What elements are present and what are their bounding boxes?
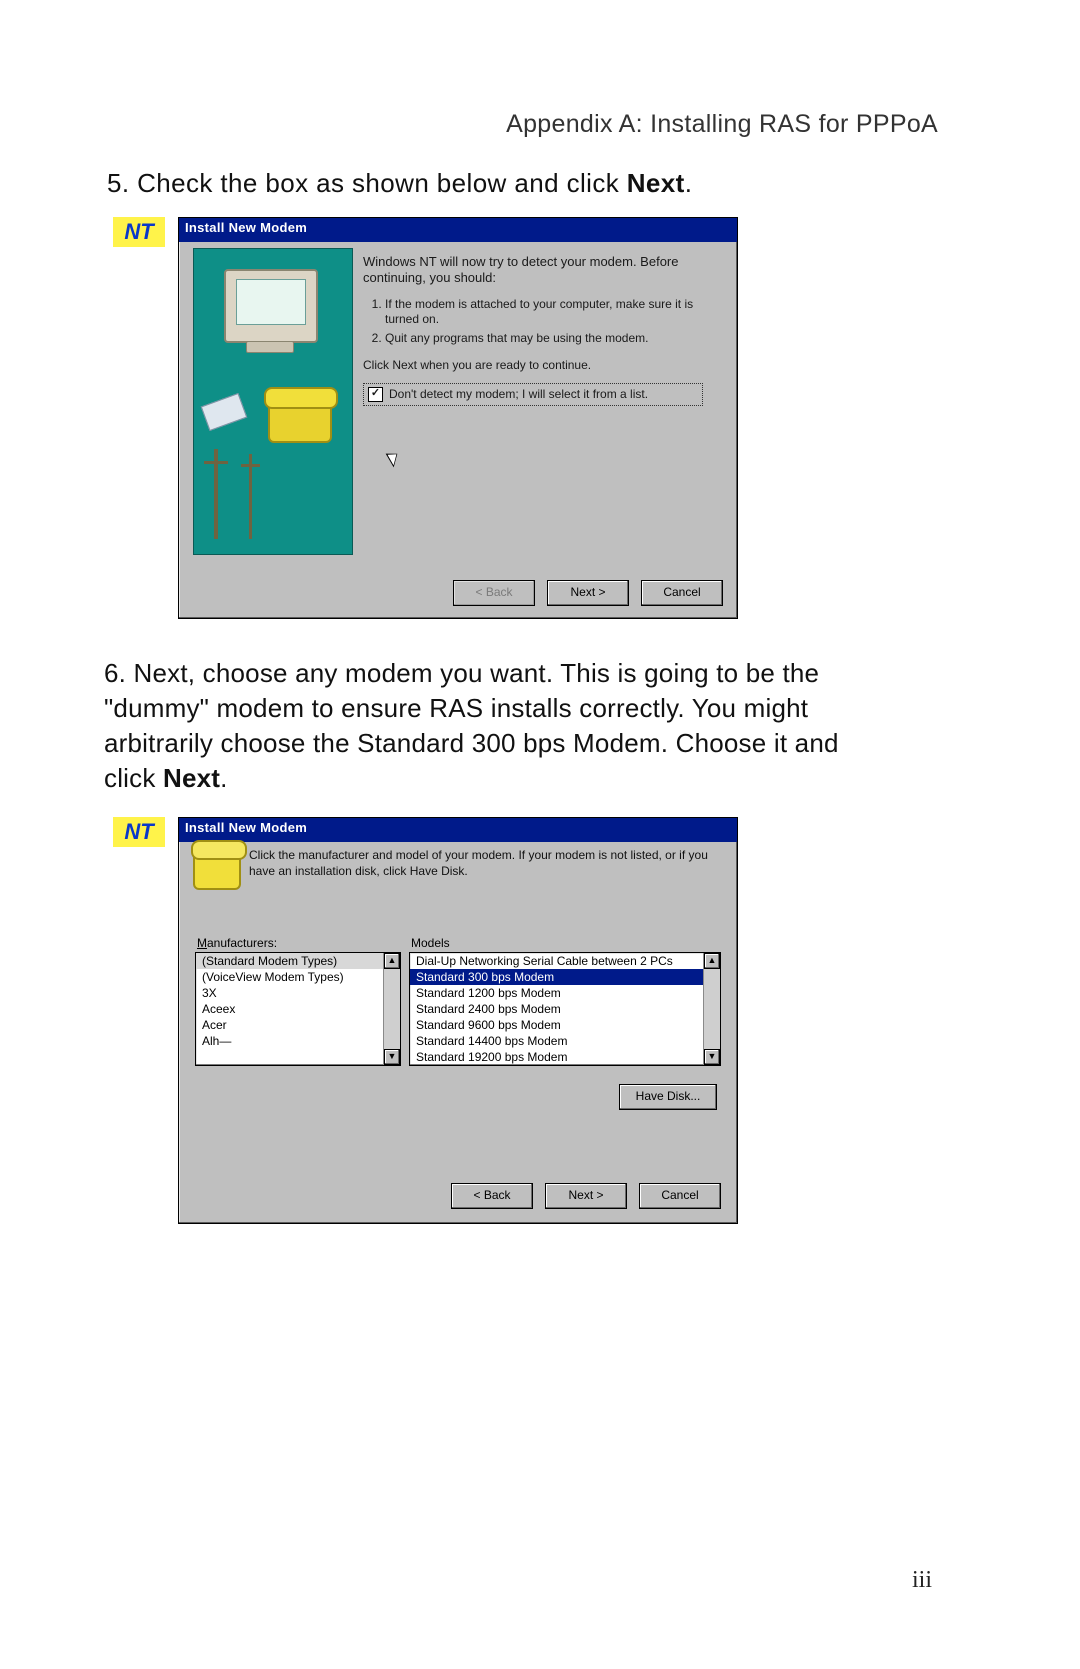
list-item[interactable]: Standard 2400 bps Modem [410, 1001, 720, 1017]
list-item[interactable]: Standard 9600 bps Modem [410, 1017, 720, 1033]
manufacturers-listbox[interactable]: (Standard Modem Types) (VoiceView Modem … [195, 952, 401, 1066]
dialog1-body: Windows NT will now try to detect your m… [363, 248, 723, 406]
list-item[interactable]: Aceex [196, 1001, 400, 1017]
running-header: Appendix A: Installing RAS for PPPoA [506, 110, 938, 139]
manufacturers-label: MManufacturers:anufacturers: [197, 936, 277, 950]
step-6-text: 6. Next, choose any modem you want. This… [104, 656, 940, 796]
list-item[interactable]: Standard 1200 bps Modem [410, 985, 720, 1001]
vertical-scrollbar[interactable]: ▲ ▼ [383, 953, 400, 1065]
dialog1-instruction-2: Quit any programs that may be using the … [385, 331, 723, 346]
monitor-icon [224, 269, 318, 343]
list-item[interactable]: (VoiceView Modem Types) [196, 969, 400, 985]
models-label: Models [411, 936, 450, 950]
telephone-pole-icon [249, 454, 252, 539]
card-icon [201, 393, 247, 431]
document-page: Appendix A: Installing RAS for PPPoA 5. … [0, 0, 1080, 1669]
page-number: iii [912, 1567, 932, 1594]
scroll-down-icon[interactable]: ▼ [384, 1049, 400, 1065]
step-6-line2: "dummy" modem to ensure RAS installs cor… [104, 693, 808, 723]
install-new-modem-dialog-1: Install New Modem Windows NT will now tr… [178, 217, 738, 619]
list-item-selected[interactable]: Standard 300 bps Modem [410, 969, 720, 985]
dialog1-intro-text: Windows NT will now try to detect your m… [363, 254, 723, 287]
dialog2-button-row: < Back Next > Cancel [451, 1183, 721, 1209]
list-item[interactable]: Dial-Up Networking Serial Cable between … [410, 953, 720, 969]
back-button: < Back [453, 580, 535, 606]
have-disk-button-row: Have Disk... [619, 1084, 717, 1110]
back-button[interactable]: < Back [451, 1183, 533, 1209]
dialog2-titlebar: Install New Modem [179, 818, 737, 842]
step-6-number: 6. [104, 658, 126, 688]
list-item[interactable]: Alh— [196, 1033, 400, 1049]
list-item[interactable]: (Standard Modem Types) [196, 953, 400, 969]
models-listbox[interactable]: Dial-Up Networking Serial Cable between … [409, 952, 721, 1066]
step-5-end: . [685, 168, 693, 198]
telephone-icon [193, 850, 241, 890]
list-item[interactable]: Standard 19200 bps Modem [410, 1049, 720, 1065]
dialog1-button-row: < Back Next > Cancel [453, 580, 723, 606]
nt-badge-icon: NT [113, 217, 165, 247]
list-item[interactable]: Acer [196, 1017, 400, 1033]
vertical-scrollbar[interactable]: ▲ ▼ [703, 953, 720, 1065]
monitor-base-icon [246, 341, 294, 353]
dialog1-titlebar: Install New Modem [179, 218, 737, 242]
telephone-icon [268, 399, 332, 443]
telephone-pole-icon [214, 449, 218, 539]
step-5-number: 5. [107, 168, 129, 198]
scroll-up-icon[interactable]: ▲ [384, 953, 400, 969]
modem-wizard-illustration-icon [193, 248, 353, 555]
step-5-body: Check the box as shown below and click [137, 168, 627, 198]
dont-detect-modem-checkbox-row[interactable]: ✓ Don't detect my modem; I will select i… [363, 383, 703, 406]
next-button[interactable]: Next > [545, 1183, 627, 1209]
next-button[interactable]: Next > [547, 580, 629, 606]
have-disk-button[interactable]: Have Disk... [619, 1084, 717, 1110]
dialog1-ready-text: Click Next when you are ready to continu… [363, 358, 723, 373]
step-5-next-bold: Next [627, 168, 685, 198]
list-item[interactable]: Standard 14400 bps Modem [410, 1033, 720, 1049]
nt-badge-icon: NT [113, 817, 165, 847]
mouse-cursor-icon [389, 450, 405, 472]
scroll-down-icon[interactable]: ▼ [704, 1049, 720, 1065]
step-6-line4c: . [220, 763, 227, 793]
dont-detect-modem-label: Don't detect my modem; I will select it … [389, 387, 648, 402]
dialog2-intro-text: Click the manufacturer and model of your… [249, 848, 719, 879]
scroll-up-icon[interactable]: ▲ [704, 953, 720, 969]
dialog1-instruction-list: If the modem is attached to your compute… [385, 297, 723, 346]
cancel-button[interactable]: Cancel [641, 580, 723, 606]
list-item[interactable]: 3X [196, 985, 400, 1001]
step-6-next-bold: Next [163, 763, 220, 793]
step-5-text: 5. Check the box as shown below and clic… [107, 168, 692, 199]
dialog1-instruction-1: If the modem is attached to your compute… [385, 297, 723, 327]
cancel-button[interactable]: Cancel [639, 1183, 721, 1209]
step-6-line1: Next, choose any modem you want. This is… [134, 658, 820, 688]
checkbox-checked-icon[interactable]: ✓ [368, 387, 383, 402]
step-6-line4a: click [104, 763, 163, 793]
step-6-line3: arbitrarily choose the Standard 300 bps … [104, 728, 839, 758]
install-new-modem-dialog-2: Install New Modem Click the manufacturer… [178, 817, 738, 1224]
